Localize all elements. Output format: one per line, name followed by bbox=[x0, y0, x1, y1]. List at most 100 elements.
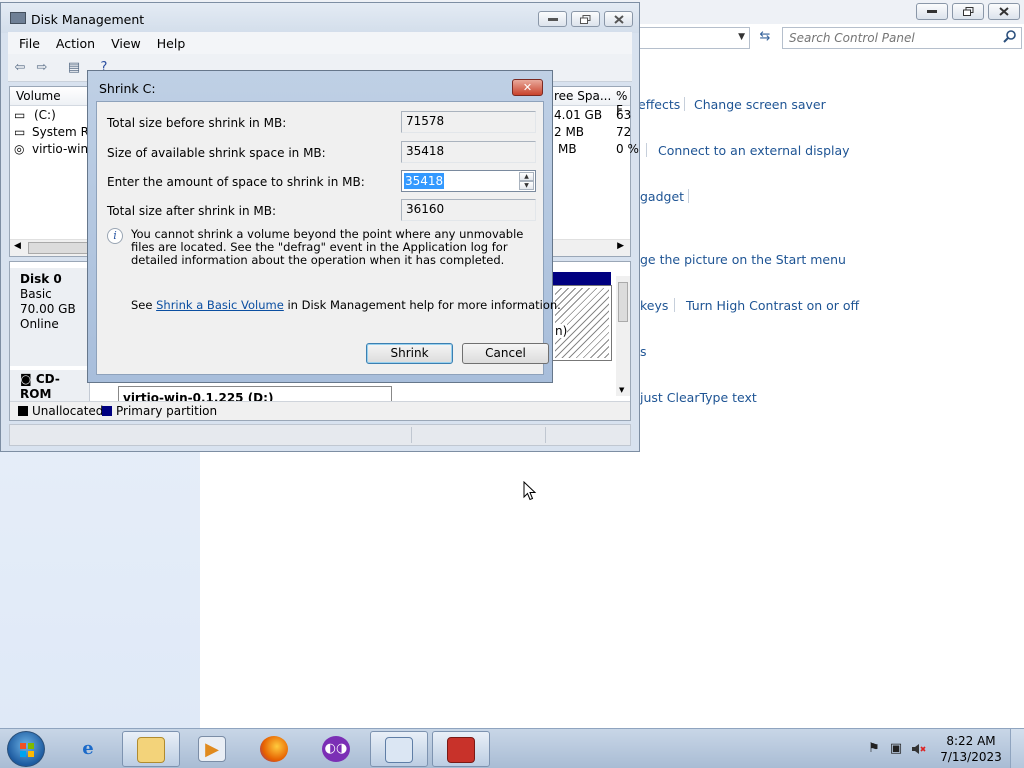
close-icon bbox=[613, 14, 624, 24]
dialog-title: Shrink C: bbox=[99, 81, 156, 96]
scroll-right-icon[interactable]: ▶ bbox=[617, 241, 624, 251]
taskbar-file-explorer[interactable] bbox=[122, 731, 180, 767]
shrink-amount-input[interactable]: 35418 bbox=[404, 173, 445, 189]
help-text: See Shrink a Basic Volume in Disk Manage… bbox=[131, 298, 561, 312]
maximize-button[interactable] bbox=[952, 3, 984, 20]
taskbar-privacy-app[interactable]: ◐◑ bbox=[308, 731, 366, 767]
help-link-shrink-basic-volume[interactable]: Shrink a Basic Volume bbox=[156, 298, 284, 312]
cd-drive-icon: ◙ bbox=[20, 372, 32, 386]
console-tree-icon[interactable]: ▤ bbox=[66, 60, 82, 76]
cp-link-high-contrast[interactable]: Turn High Contrast on or off bbox=[686, 298, 859, 313]
menu-action[interactable]: Action bbox=[56, 36, 95, 51]
close-button[interactable] bbox=[988, 3, 1020, 20]
taskbar-media-player[interactable]: ▶ bbox=[184, 731, 242, 767]
mouse-cursor-icon bbox=[523, 481, 537, 501]
close-button[interactable] bbox=[604, 11, 633, 27]
cp-link-gadget[interactable]: gadget bbox=[640, 189, 684, 204]
windows-logo-icon bbox=[20, 743, 34, 757]
cp-link-effects[interactable]: effects bbox=[638, 97, 680, 112]
volume-free-space: 2 MB bbox=[554, 125, 585, 139]
scrollbar-thumb[interactable] bbox=[618, 282, 628, 322]
volume-percent-free: 0 % bbox=[616, 142, 639, 156]
scroll-down-icon[interactable]: ▼ bbox=[619, 386, 624, 394]
cp-link-external-display[interactable]: Connect to an external display bbox=[658, 143, 850, 158]
restore-icon bbox=[580, 14, 591, 24]
cancel-button[interactable]: Cancel bbox=[462, 343, 549, 364]
total-before-value: 71578 bbox=[401, 111, 536, 133]
cp-link-keys[interactable]: keys bbox=[640, 298, 668, 313]
disk-0-label[interactable]: Disk 0 Basic 70.00 GB Online bbox=[10, 268, 90, 366]
search-icon[interactable] bbox=[1003, 30, 1016, 47]
unallocated-partition[interactable]: n) bbox=[552, 285, 612, 361]
search-box[interactable] bbox=[782, 27, 1022, 49]
taskbar: e ▶ ◐◑ ⚑ ▣ 8:22 AM 7/13/2023 bbox=[0, 728, 1024, 768]
help-prefix: See bbox=[131, 298, 157, 312]
close-icon: ✕ bbox=[522, 81, 533, 94]
status-cell bbox=[412, 427, 546, 443]
total-after-label: Total size after shrink in MB: bbox=[107, 204, 277, 218]
spin-down-icon[interactable]: ▼ bbox=[519, 181, 534, 190]
taskbar-firefox[interactable] bbox=[246, 731, 304, 767]
disk-type: Basic bbox=[20, 287, 52, 301]
shrink-amount-stepper[interactable]: 35418 ▲ ▼ bbox=[401, 170, 536, 192]
vertical-scrollbar[interactable]: ▼ bbox=[616, 276, 630, 396]
action-center-flag-icon[interactable]: ⚑ bbox=[866, 741, 882, 757]
control-panel-icon bbox=[385, 737, 413, 763]
cp-link-s[interactable]: s bbox=[640, 344, 647, 359]
legend-unallocated: Unallocated bbox=[32, 404, 104, 418]
taskbar-control-panel[interactable] bbox=[370, 731, 428, 767]
status-bar bbox=[9, 424, 631, 446]
total-before-label: Total size before shrink in MB: bbox=[107, 116, 287, 130]
chevron-down-icon[interactable]: ▼ bbox=[738, 32, 745, 42]
network-icon[interactable]: ▣ bbox=[888, 741, 904, 757]
menu-view[interactable]: View bbox=[111, 36, 141, 51]
volume-muted-icon[interactable] bbox=[910, 741, 926, 757]
forward-icon[interactable]: ⇨ bbox=[34, 60, 50, 76]
legend-swatch-unallocated bbox=[18, 406, 28, 416]
scrollbar-thumb[interactable] bbox=[28, 242, 96, 254]
clock[interactable]: 8:22 AM 7/13/2023 bbox=[936, 733, 1006, 765]
menu-file[interactable]: File bbox=[19, 36, 40, 51]
column-header-volume[interactable]: Volume bbox=[16, 89, 61, 103]
mask-icon: ◐◑ bbox=[322, 736, 350, 762]
drive-icon: ▭ bbox=[14, 125, 26, 139]
taskbar-internet-explorer[interactable]: e bbox=[60, 731, 118, 767]
cd-rom-label[interactable]: ◙ CD-ROM CD-ROM bbox=[10, 370, 90, 416]
show-desktop-button[interactable] bbox=[1010, 729, 1024, 768]
partition-header-bar bbox=[553, 272, 611, 286]
info-message: You cannot shrink a volume beyond the po… bbox=[131, 227, 524, 267]
disk-management-caption-buttons bbox=[538, 11, 633, 27]
back-icon[interactable]: ⇦ bbox=[12, 60, 28, 76]
dialog-close-button[interactable]: ✕ bbox=[512, 79, 543, 96]
shrink-amount-label: Enter the amount of space to shrink in M… bbox=[107, 175, 365, 189]
close-icon bbox=[999, 7, 1009, 16]
cp-link-start-menu-picture[interactable]: ge the picture on the Start menu bbox=[640, 252, 846, 267]
refresh-icon[interactable]: ⇆ bbox=[754, 29, 776, 47]
menu-bar: File Action View Help bbox=[8, 32, 632, 54]
cp-link-change-screen-saver[interactable]: Change screen saver bbox=[694, 97, 826, 112]
total-after-value: 36160 bbox=[401, 199, 536, 221]
volume-percent-free: 63 bbox=[616, 108, 632, 122]
spin-up-icon[interactable]: ▲ bbox=[519, 172, 534, 181]
address-breadcrumb[interactable]: ▼ bbox=[636, 27, 750, 49]
volume-name: (C:) bbox=[34, 108, 56, 122]
system-tray: ⚑ ▣ 8:22 AM 7/13/2023 bbox=[854, 729, 1024, 768]
column-header-free-space[interactable]: ree Spa... bbox=[554, 89, 611, 103]
search-input[interactable] bbox=[783, 28, 993, 48]
cp-link-cleartype[interactable]: just ClearType text bbox=[640, 390, 757, 405]
partition-label: n) bbox=[555, 324, 568, 338]
minimize-button[interactable] bbox=[538, 11, 567, 27]
taskbar-computer-management[interactable] bbox=[432, 731, 490, 767]
menu-help[interactable]: Help bbox=[157, 36, 186, 51]
toolbox-icon bbox=[447, 737, 475, 763]
volume-free-space: MB bbox=[558, 142, 577, 156]
available-space-value: 35418 bbox=[401, 141, 536, 163]
volume-percent-free: 72 bbox=[616, 125, 632, 139]
disk-name: Disk 0 bbox=[20, 272, 62, 286]
scroll-left-icon[interactable]: ◀ bbox=[14, 241, 21, 251]
minimize-button[interactable] bbox=[916, 3, 948, 20]
maximize-button[interactable] bbox=[571, 11, 600, 27]
shrink-button[interactable]: Shrink bbox=[366, 343, 453, 364]
clock-time: 8:22 AM bbox=[946, 734, 996, 748]
start-button[interactable] bbox=[7, 731, 45, 767]
